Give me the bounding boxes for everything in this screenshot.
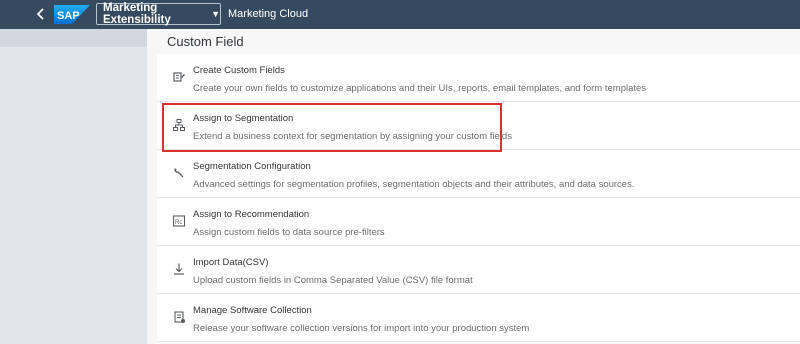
item-title: Assign to Segmentation xyxy=(193,113,294,124)
svg-text:Rc: Rc xyxy=(175,220,182,226)
item-description: Create your own fields to customize appl… xyxy=(193,83,647,94)
list-item-assign-to-recommendation[interactable]: Rc Assign to Recommendation Assign custo… xyxy=(157,198,800,246)
list-item-create-custom-fields[interactable]: Create Custom Fields Create your own fie… xyxy=(157,54,800,102)
logo-text: SAP xyxy=(57,10,80,22)
list-item-assign-to-segmentation[interactable]: Assign to Segmentation Extend a business… xyxy=(157,102,800,150)
item-description: Advanced settings for segmentation profi… xyxy=(193,179,635,190)
wrench-icon xyxy=(174,168,184,178)
back-icon[interactable] xyxy=(34,6,48,22)
list-item-segmentation-configuration[interactable]: Segmentation Configuration Advanced sett… xyxy=(157,150,800,198)
hierarchy-icon xyxy=(173,119,185,131)
custom-fields-icon xyxy=(173,72,185,82)
item-title: Create Custom Fields xyxy=(193,65,285,76)
sap-logo[interactable]: SAP xyxy=(54,5,90,24)
left-pane xyxy=(0,29,147,344)
item-title: Segmentation Configuration xyxy=(193,161,311,172)
item-description: Release your software collection version… xyxy=(193,323,530,334)
item-description: Extend a business context for segmentati… xyxy=(193,131,512,142)
recommendation-icon: Rc xyxy=(172,215,186,227)
download-icon xyxy=(174,263,184,275)
list-item-manage-software-collection[interactable]: Manage Software Collection Release your … xyxy=(157,294,800,342)
item-title: Assign to Recommendation xyxy=(193,209,310,220)
shell-subtitle: Marketing Cloud xyxy=(228,8,309,20)
left-pane-header xyxy=(0,29,147,47)
shell-bar: SAP Marketing Extensibility ▼ Marketing … xyxy=(0,0,800,29)
caret-down-icon: ▼ xyxy=(211,9,220,19)
collection-icon xyxy=(174,311,185,323)
item-title: Import Data(CSV) xyxy=(193,257,269,268)
app-title: Marketing Extensibility xyxy=(103,2,171,26)
item-description: Assign custom fields to data source pre-… xyxy=(193,227,385,238)
tile-list: Create Custom Fields Create your own fie… xyxy=(157,54,800,342)
main-content: Custom Field Create Custom Fields Create… xyxy=(147,29,800,344)
app-title-menu[interactable]: Marketing Extensibility ▼ xyxy=(96,2,221,26)
item-description: Upload custom fields in Comma Separated … xyxy=(193,275,473,286)
list-item-import-data-csv[interactable]: Import Data(CSV) Upload custom fields in… xyxy=(157,246,800,294)
item-title: Manage Software Collection xyxy=(193,305,312,316)
page-title: Custom Field xyxy=(167,34,244,49)
